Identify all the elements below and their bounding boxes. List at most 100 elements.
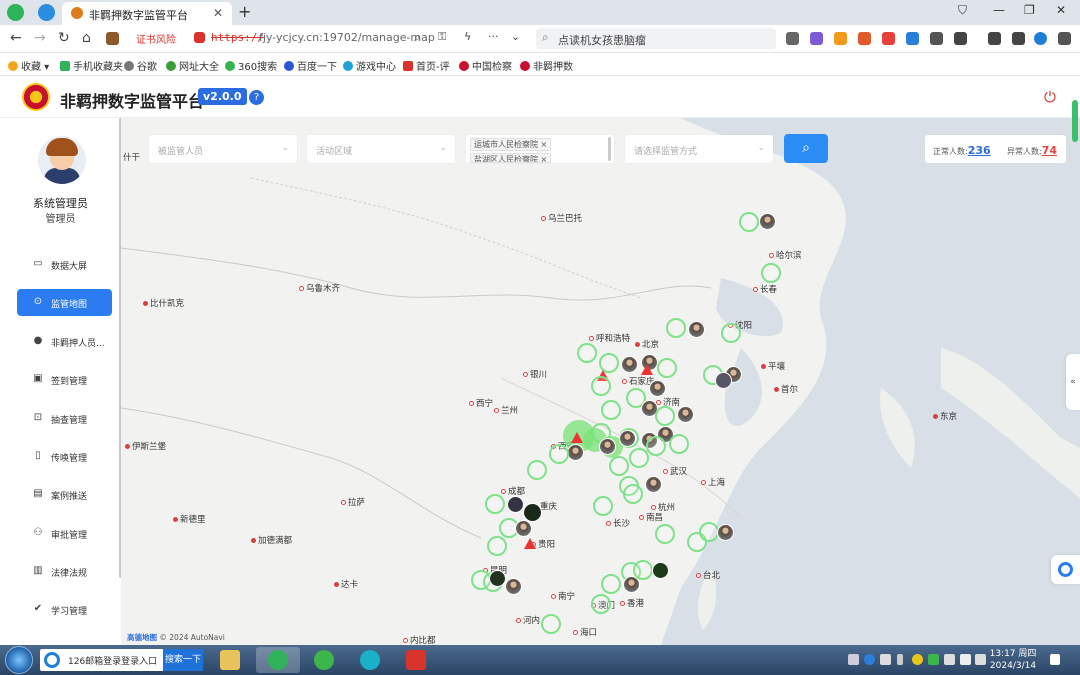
close-window-button[interactable]: ✕ (1056, 3, 1066, 17)
telegram-icon[interactable] (38, 4, 55, 21)
supervisee-marker[interactable] (623, 484, 643, 504)
lightning-icon[interactable]: ϟ (464, 30, 471, 43)
screenshot-icon[interactable] (930, 32, 943, 45)
supervisee-marker[interactable] (646, 436, 666, 456)
sidebar-item-approval[interactable]: ⚇ 审批管理 (17, 520, 112, 547)
supervisee-marker[interactable] (591, 594, 611, 614)
supervisee-photo[interactable] (649, 380, 666, 397)
supervisee-photo[interactable] (759, 213, 776, 230)
supervisee-marker[interactable] (601, 400, 621, 420)
tray-flag-icon[interactable] (944, 654, 955, 665)
abnormal-count[interactable]: 74 (1042, 144, 1057, 157)
abnormal-alert-icon[interactable] (524, 538, 536, 549)
bookmark-item[interactable]: 非羁押数 (520, 58, 573, 73)
supervisee-marker[interactable] (655, 406, 675, 426)
menu-icon[interactable] (1058, 32, 1071, 45)
supervision-map[interactable]: 乌兰巴托 哈尔滨 长春 沈阳 呼和浩特 北京 石家庄 济南 平壤 首尔 东京 银… (121, 118, 1080, 645)
supervisee-marker[interactable] (739, 212, 759, 232)
collapse-panel-button[interactable]: « (1066, 354, 1080, 410)
chevron-down-icon[interactable]: ⌄ (511, 30, 520, 43)
supervision-method-select[interactable]: 请选择监管方式 ⌄ (625, 135, 773, 163)
activity-area-select[interactable]: 活动区域 ⌄ (307, 135, 455, 163)
supervisee-select[interactable]: 被监管人员 ⌄ (149, 135, 297, 163)
supervisee-photo[interactable] (599, 438, 616, 455)
more-icon[interactable]: ··· (488, 30, 499, 43)
new-tab-button[interactable]: + (238, 2, 251, 21)
sidebar-item-personnel[interactable]: ● 非羁押人员... (17, 328, 112, 355)
taskbar-search-button[interactable]: 搜索一下 (163, 649, 203, 671)
key-icon[interactable]: ⚿ (438, 30, 446, 44)
download-icon[interactable] (988, 32, 1001, 45)
supervisee-photo[interactable] (717, 524, 734, 541)
supervisee-marker[interactable] (699, 522, 719, 542)
supervisee-photo[interactable] (489, 570, 506, 587)
supervisee-photo[interactable] (652, 562, 669, 579)
tray-green-icon[interactable] (928, 654, 939, 665)
supervisee-photo[interactable] (619, 430, 636, 447)
extension-orange-icon[interactable] (834, 32, 847, 45)
supervisee-marker[interactable] (593, 496, 613, 516)
bookmark-item[interactable]: 首页-评 (403, 58, 450, 73)
supervisee-marker[interactable] (669, 434, 689, 454)
weibo-icon[interactable] (882, 32, 895, 45)
undo-icon[interactable] (1012, 32, 1025, 45)
supervisee-marker[interactable] (609, 456, 629, 476)
scissors-icon[interactable] (786, 32, 799, 45)
bookmark-item[interactable]: 游戏中心 (343, 58, 396, 73)
supervisee-marker[interactable] (577, 343, 597, 363)
tray-arrow-icon[interactable] (897, 654, 903, 665)
extension-game-icon[interactable] (858, 32, 871, 45)
help-icon[interactable]: ? (249, 90, 264, 105)
supervisee-photo[interactable] (567, 444, 584, 461)
tray-help-icon[interactable] (864, 654, 875, 665)
tray-360-icon[interactable] (912, 654, 923, 665)
restore-button[interactable]: ❐ (1024, 3, 1035, 17)
mail-icon[interactable] (906, 32, 919, 45)
supervisee-photo[interactable] (507, 496, 524, 513)
page-scrollbar[interactable] (1072, 100, 1078, 142)
browser-logo-icon[interactable] (7, 4, 24, 21)
tab-active[interactable]: 非羁押数字监管平台 ✕ (62, 2, 232, 25)
minimize-button[interactable]: — (993, 3, 1005, 17)
file-explorer-button[interactable] (208, 647, 252, 673)
tray-keyboard-icon[interactable] (848, 654, 859, 665)
sidebar-item-learning[interactable]: ✔ 学习管理 (17, 596, 112, 623)
supervisee-marker[interactable] (549, 444, 569, 464)
tray-network-icon[interactable] (960, 654, 971, 665)
org-tag[interactable]: 运城市人民检察院 × (470, 138, 552, 151)
reload-button[interactable]: ↻ (58, 30, 70, 46)
sidebar-item-spot-check[interactable]: ⊡ 抽查管理 (17, 405, 112, 432)
cert-warning[interactable]: 证书风险 (136, 31, 176, 46)
taskbar-search-input[interactable]: 126邮箱登录登录入口 搜索一下 (40, 649, 203, 671)
bookmark-item[interactable]: 中国检察 (459, 58, 512, 73)
supervisee-marker[interactable] (761, 263, 781, 283)
abnormal-alert-icon[interactable] (641, 364, 653, 375)
wps-button[interactable] (394, 647, 438, 673)
supervisee-photo[interactable] (645, 476, 662, 493)
bookmark-item[interactable]: 手机收藏夹 (60, 58, 123, 73)
sidebar-item-monitor-map[interactable]: ⊙ 监管地图 (17, 289, 112, 316)
supervisee-marker[interactable] (633, 560, 653, 580)
sidebar-item-summons[interactable]: ▯ 传唤管理 (17, 443, 112, 470)
logout-power-icon[interactable]: ⏻ (1044, 88, 1056, 106)
bookmark-item[interactable]: 谷歌 (124, 58, 157, 73)
supervisee-marker[interactable] (655, 524, 675, 544)
taskbar-clock[interactable]: 13:17 周四 2024/3/14 (985, 648, 1041, 672)
organization-select[interactable]: 运城市人民检察院 × 盐湖区人民检察院 × (466, 135, 614, 163)
sidebar-item-checkin[interactable]: ▣ 签到管理 (17, 366, 112, 393)
org-tag[interactable]: 盐湖区人民检察院 × (470, 153, 552, 163)
window-menu-icon[interactable]: ⛉ (958, 3, 967, 18)
supervisee-photo[interactable] (688, 321, 705, 338)
zoom-search-icon[interactable]: ⌕ (414, 30, 421, 45)
supervisee-marker[interactable] (541, 614, 561, 634)
assistant-float-button[interactable] (1051, 555, 1080, 584)
app-cyan-button[interactable] (348, 647, 392, 673)
back-button[interactable]: ← (10, 30, 22, 46)
supervisee-marker[interactable] (487, 536, 507, 556)
search-input[interactable]: ⌕ 点读机女孩患脑瘤 (536, 28, 776, 49)
normal-count[interactable]: 236 (968, 144, 991, 157)
supervisee-photo[interactable] (515, 520, 532, 537)
sidebar-item-case-push[interactable]: ▤ 案例推送 (17, 481, 112, 508)
supervisee-marker[interactable] (601, 574, 621, 594)
tray-settings-icon[interactable] (880, 654, 891, 665)
